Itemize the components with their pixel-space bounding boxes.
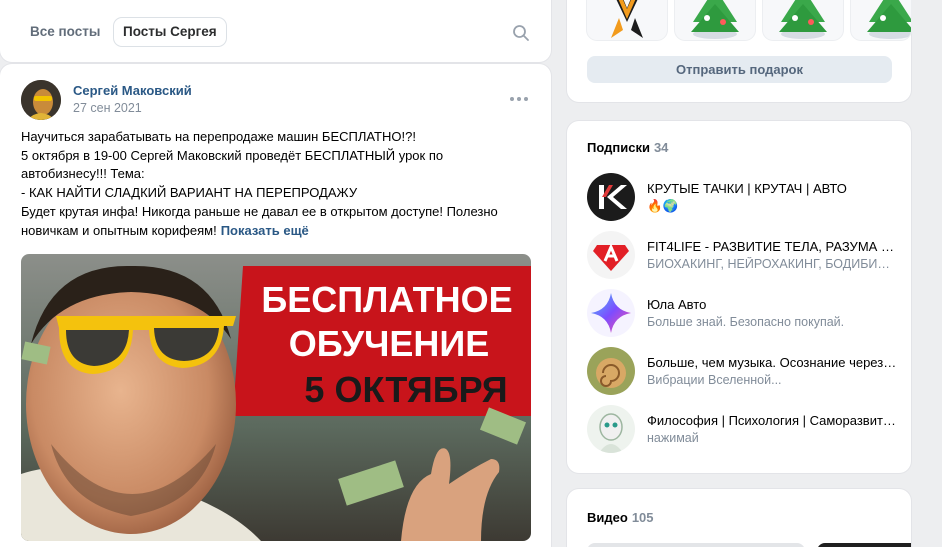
subscriptions-block: Подписки 34 КРУТЫЕ ТАЧКИ | КРУТАЧ | АВТО … xyxy=(567,121,911,473)
community-desc: нажимай xyxy=(647,431,699,445)
community-avatar xyxy=(587,231,635,279)
author-name[interactable]: Сергей Маковский xyxy=(73,83,192,98)
tree-gift-icon xyxy=(867,0,911,39)
post-text: Научиться зарабатывать на перепродаже ма… xyxy=(21,128,531,240)
subscription-item[interactable]: Больше, чем музыка. Осознание через музы… xyxy=(587,347,907,395)
image-text-line3: 5 ОКТЯБРЯ xyxy=(304,369,507,410)
subscriptions-count: 34 xyxy=(653,140,669,155)
show-more-link[interactable]: Показать ещё xyxy=(221,223,309,238)
community-name: Юла Авто xyxy=(647,297,707,312)
post-text-line: автобизнесу!!! Тема: xyxy=(21,166,145,182)
post-tabs: Все посты Посты Сергея xyxy=(0,0,551,62)
video-block: Видео 105 xyxy=(567,489,911,547)
community-desc: БИОХАКИНГ, НЕЙРОХАКИНГ, БОДИБИЛДИНГ xyxy=(647,257,897,271)
more-options-icon[interactable] xyxy=(509,92,529,106)
subscriptions-header[interactable]: Подписки 34 xyxy=(587,140,668,155)
video-header[interactable]: Видео 105 xyxy=(587,510,654,525)
subscription-item[interactable]: Юла Авто Больше знай. Безопасно покупай. xyxy=(587,289,907,337)
gifts-block: Отправить подарок xyxy=(567,0,911,102)
post-text-line: Будет крутая инфа! Никогда раньше не дав… xyxy=(21,203,498,219)
image-text-line1: БЕСПЛАТНОЕ xyxy=(261,279,512,320)
author-avatar[interactable] xyxy=(21,80,61,120)
gift-tree[interactable] xyxy=(851,0,911,40)
post-text-line: новичкам и опытным корифеям! Показать ещё xyxy=(21,222,531,241)
subscription-item[interactable]: КРУТЫЕ ТАЧКИ | КРУТАЧ | АВТО 🔥🌍 xyxy=(587,173,907,221)
post-image[interactable]: БЕСПЛАТНОЕ ОБУЧЕНИЕ 5 ОКТЯБРЯ xyxy=(21,254,531,541)
community-desc: 🔥🌍 xyxy=(647,199,679,213)
wall-post: Сергей Маковский 27 сен 2021 Научиться з… xyxy=(0,64,551,547)
community-name: FIT4LIFE - РАЗВИТИЕ ТЕЛА, РАЗУМА И ДУХА xyxy=(647,239,897,254)
tab-user-posts[interactable]: Посты Сергея xyxy=(114,18,226,46)
community-avatar xyxy=(587,289,635,337)
send-gift-button[interactable]: Отправить подарок xyxy=(587,56,892,83)
ribbon-icon xyxy=(611,0,643,38)
community-avatar xyxy=(587,173,635,221)
post-text-last: новичкам и опытным корифеям! xyxy=(21,222,217,238)
post-text-line: Научиться зарабатывать на перепродаже ма… xyxy=(21,129,416,144)
post-text-line: - КАК НАЙТИ СЛАДКИЙ ВАРИАНТ НА ПЕРЕПРОДА… xyxy=(21,185,358,201)
community-avatar xyxy=(587,405,635,453)
post-date[interactable]: 27 сен 2021 xyxy=(73,101,142,115)
community-desc: Вибрации Вселенной... xyxy=(647,373,782,387)
gift-tree[interactable] xyxy=(763,0,843,40)
tab-all-posts[interactable]: Все посты xyxy=(21,18,109,46)
subscriptions-title: Подписки xyxy=(587,140,650,155)
community-avatar xyxy=(587,347,635,395)
image-text-line2: ОБУЧЕНИЕ xyxy=(289,323,490,364)
gift-tree[interactable] xyxy=(675,0,755,40)
gift-ribbon[interactable] xyxy=(587,0,667,40)
community-name: Философия | Психология | Саморазвитие xyxy=(647,413,897,428)
subscription-item[interactable]: FIT4LIFE - РАЗВИТИЕ ТЕЛА, РАЗУМА И ДУХА … xyxy=(587,231,907,279)
video-count: 105 xyxy=(631,510,654,525)
tree-gift-icon xyxy=(691,0,739,39)
community-name: Больше, чем музыка. Осознание через музы… xyxy=(647,355,897,370)
video-thumbnail[interactable] xyxy=(817,543,911,547)
video-title: Видео xyxy=(587,510,628,525)
search-icon[interactable] xyxy=(512,24,530,42)
post-text-line: 5 октября в 19-00 Сергей Маковский прове… xyxy=(21,147,444,163)
community-name: КРУТЫЕ ТАЧКИ | КРУТАЧ | АВТО xyxy=(647,181,847,196)
tree-gift-icon xyxy=(779,0,827,39)
video-thumbnail[interactable] xyxy=(587,543,805,547)
subscription-item[interactable]: Философия | Психология | Саморазвитие на… xyxy=(587,405,907,453)
community-desc: Больше знай. Безопасно покупай. xyxy=(647,315,845,329)
